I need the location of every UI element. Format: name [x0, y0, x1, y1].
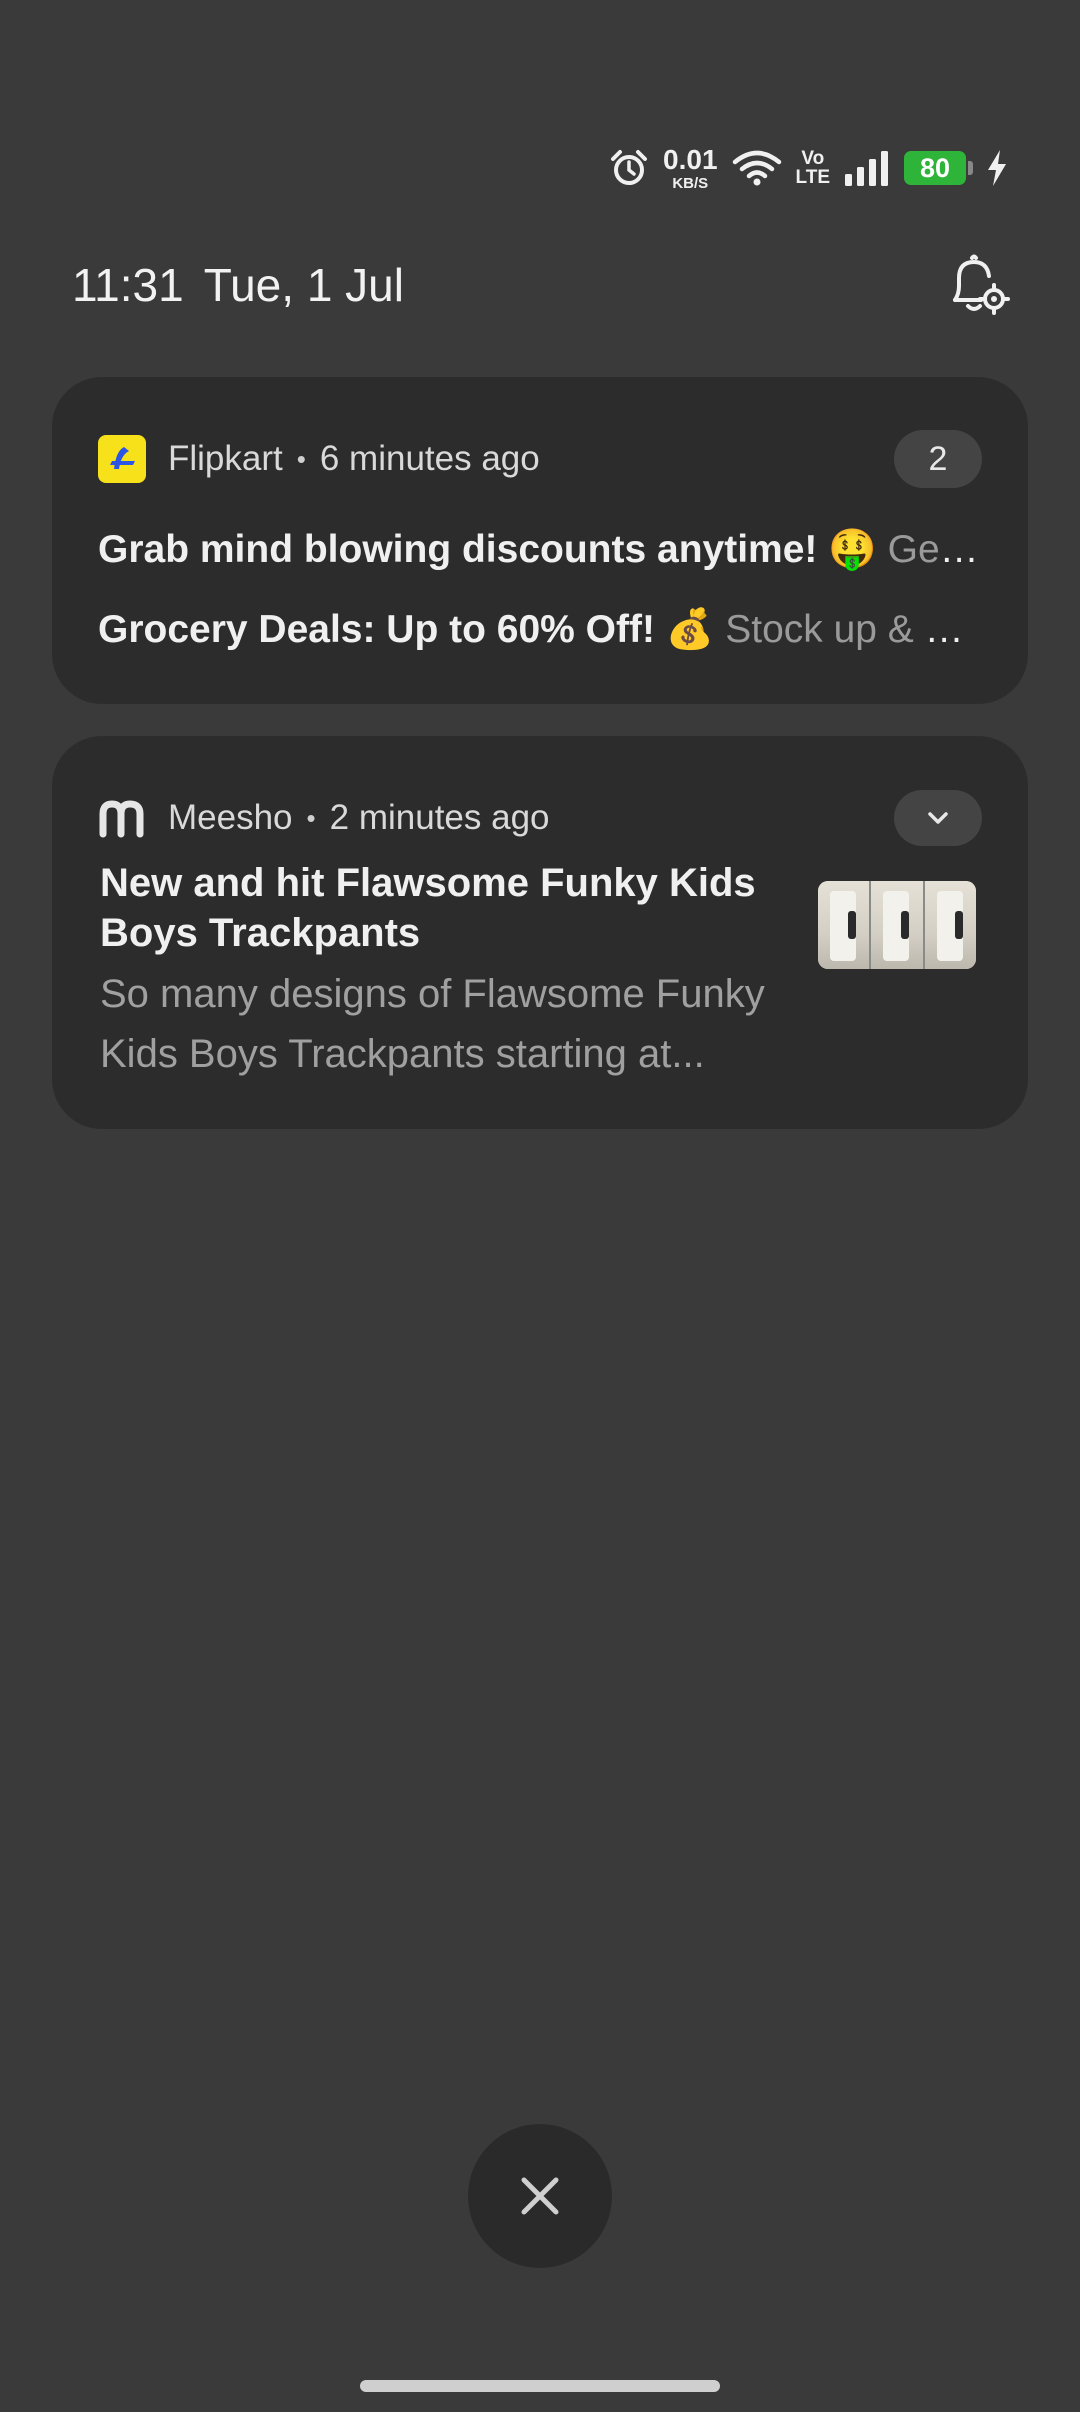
expand-button[interactable] [894, 790, 982, 846]
notification-settings-button[interactable] [938, 247, 1014, 323]
charging-icon [986, 149, 1008, 187]
home-indicator[interactable] [360, 2380, 720, 2392]
notification-header: Meesho • 2 minutes ago [98, 790, 982, 846]
notification-line-title: Grab mind blowing discounts anytime! 🤑 [98, 528, 877, 571]
header-row: 11:31 Tue, 1 Jul [72, 250, 1010, 320]
flipkart-app-icon [98, 435, 146, 483]
notification-count: 2 [928, 439, 948, 478]
close-icon [521, 2177, 559, 2215]
thumbnail-panel [818, 881, 872, 969]
notification-title: New and hit Flawsome Funky Kids Boys Tra… [100, 861, 756, 955]
thumbnail-panel [871, 881, 925, 969]
network-speed-value: 0.01 [663, 143, 718, 175]
volte-indicator: Vo LTE [796, 149, 830, 187]
datetime: 11:31 Tue, 1 Jul [72, 258, 404, 312]
clock-time: 11:31 [72, 259, 184, 311]
wifi-icon [732, 150, 782, 186]
network-speed-unit: KB/S [672, 174, 709, 192]
app-name: Flipkart [168, 439, 283, 478]
alarm-icon [609, 148, 649, 188]
notification-count-badge[interactable]: 2 [894, 430, 982, 488]
clear-all-button[interactable] [468, 2124, 612, 2268]
notification-line[interactable]: Grocery Deals: Up to 60% Off! 💰 Stock up… [98, 605, 982, 655]
bell-settings-icon [953, 254, 1010, 315]
notification-meta: Meesho • 2 minutes ago [168, 798, 550, 838]
volte-top-label: Vo [801, 148, 825, 169]
chevron-down-icon [928, 812, 948, 824]
separator-dot: • [306, 802, 316, 833]
battery-icon: 80 [904, 151, 973, 185]
thumbnail-panel [924, 881, 976, 969]
network-speed: 0.01 KB/S [663, 143, 718, 192]
volte-bottom-label: LTE [795, 167, 830, 188]
notification-line-text: Get... [887, 528, 982, 571]
notification-line-text: Stock up & save... [725, 608, 982, 651]
battery-level: 80 [919, 152, 951, 183]
meesho-app-icon [98, 794, 146, 842]
notification-time: 6 minutes ago [319, 439, 540, 478]
notification-card-flipkart[interactable]: Flipkart • 6 minutes ago 2 Grab mind blo… [52, 377, 1028, 704]
notification-body: So many designs of Flawsome Funky Kids B… [100, 972, 765, 1076]
notification-meta: Flipkart • 6 minutes ago [168, 439, 540, 479]
notification-time: 2 minutes ago [329, 798, 550, 837]
notification-line-title: Grocery Deals: Up to 60% Off! 💰 [98, 608, 715, 651]
separator-dot: • [296, 443, 306, 474]
signal-icon [844, 150, 890, 186]
app-name: Meesho [168, 798, 293, 837]
status-bar: 0.01 KB/S Vo LTE 80 [609, 140, 1008, 196]
notification-card-meesho[interactable]: Meesho • 2 minutes ago New and hit Flaws… [52, 736, 1028, 1129]
date-label: Tue, 1 Jul [203, 259, 404, 311]
notification-line[interactable]: Grab mind blowing discounts anytime! 🤑 G… [98, 525, 982, 575]
notification-header: Flipkart • 6 minutes ago 2 [98, 430, 982, 488]
notification-thumbnail [818, 881, 976, 969]
